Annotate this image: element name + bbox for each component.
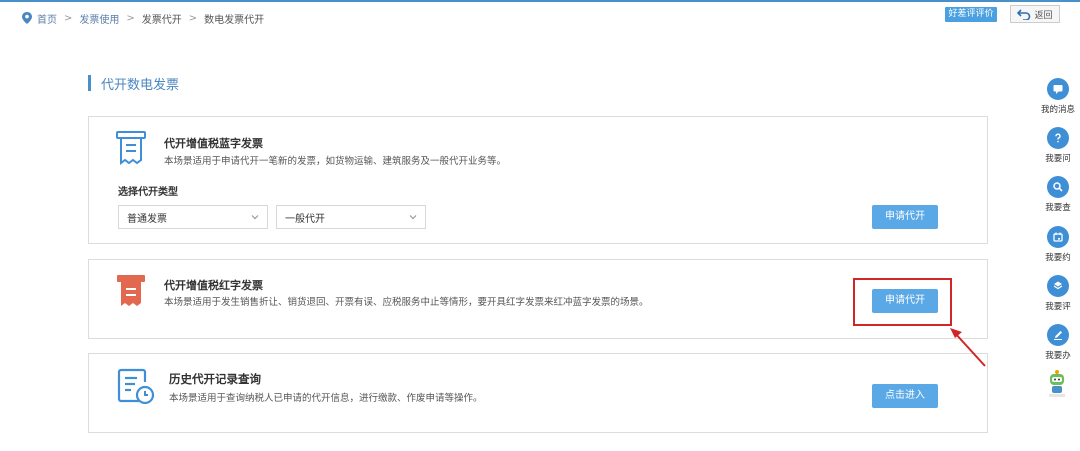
sidebar-item-handle[interactable]: 我要办: [1036, 324, 1080, 361]
card-title: 代开增值税蓝字发票: [164, 137, 263, 150]
sidebar-item-label: 我的消息: [1040, 105, 1075, 115]
search-icon: [1047, 176, 1069, 198]
section-title-text: 代开数电发票: [101, 77, 180, 93]
sidebar-item-label: 我要查: [1045, 203, 1071, 213]
robot-assistant-icon[interactable]: [1046, 368, 1068, 398]
proxy-type-select[interactable]: 一般代开: [276, 205, 426, 229]
sidebar-item-label: 我要约: [1045, 253, 1071, 263]
apply-blue-invoice-button[interactable]: 申请代开: [872, 205, 938, 229]
enter-history-button[interactable]: 点击进入: [872, 384, 938, 408]
rate-icon: [1047, 275, 1069, 297]
history-record-card: 历史代开记录查询 本场景适用于查询纳税人已申请的代开信息，进行缴款、作废申请等操…: [88, 353, 988, 433]
card-description: 本场景适用于申请代开一笔新的发票，如货物运输、建筑服务及一般代开业务等。: [164, 156, 507, 167]
sidebar-item-query[interactable]: 我要查: [1036, 176, 1080, 213]
edit-icon: [1047, 324, 1069, 346]
history-record-icon: [117, 368, 155, 405]
pointer-arrow-icon: [950, 328, 986, 367]
sidebar-item-ask[interactable]: 我要问: [1036, 127, 1080, 164]
breadcrumb: 首页 > 发票使用 > 发票代开 > 数电发票代开: [22, 11, 265, 26]
card-title: 代开增值税红字发票: [164, 279, 263, 292]
invoice-type-select[interactable]: 普通发票: [118, 205, 268, 229]
rate-button[interactable]: 好差评评价: [945, 7, 997, 22]
blue-invoice-card: 代开增值税蓝字发票 本场景适用于申请代开一笔新的发票，如货物运输、建筑服务及一般…: [88, 116, 988, 244]
section-title-bar: [88, 75, 91, 91]
sidebar-item-messages[interactable]: 我的消息: [1036, 78, 1080, 115]
chevron-down-icon: [251, 215, 259, 220]
breadcrumb-separator: >: [126, 12, 135, 24]
location-pin-icon: [22, 12, 32, 24]
top-accent-line: [0, 0, 1080, 2]
invoice-type-value: 普通发票: [127, 213, 167, 225]
back-button-label: 返回: [1034, 10, 1053, 21]
calendar-icon: [1047, 226, 1069, 248]
breadcrumb-separator: >: [64, 12, 73, 24]
red-invoice-icon: [117, 275, 145, 306]
sidebar-item-label: 我要评: [1045, 302, 1071, 312]
chevron-down-icon: [409, 215, 417, 220]
breadcrumb-current: 数电发票代开: [204, 14, 265, 26]
card-description: 本场景适用于查询纳税人已申请的代开信息，进行缴款、作废申请等操作。: [169, 393, 483, 404]
sidebar-item-evaluate[interactable]: 我要评: [1036, 275, 1080, 312]
breadcrumb-invoice-use[interactable]: 发票使用: [79, 11, 119, 26]
breadcrumb-separator: >: [188, 12, 198, 24]
card-description: 本场景适用于发生销售折让、销货退回、开票有误、应税服务中止等情形，要开具红字发票…: [164, 297, 649, 308]
breadcrumb-home[interactable]: 首页: [37, 11, 57, 26]
invoice-type-label: 选择代开类型: [118, 187, 178, 198]
sidebar-item-label: 我要问: [1045, 154, 1071, 164]
breadcrumb-invoice-proxy[interactable]: 发票代开: [142, 11, 182, 26]
highlight-box: [853, 278, 952, 326]
sidebar-item-label: 我要办: [1045, 351, 1071, 361]
question-icon: [1047, 127, 1069, 149]
proxy-type-value: 一般代开: [285, 213, 325, 225]
back-button[interactable]: 返回: [1010, 5, 1060, 23]
back-arrow-icon: [1017, 9, 1031, 20]
section-title: 代开数电发票: [88, 74, 180, 93]
sidebar-item-appointment[interactable]: 我要约: [1036, 226, 1080, 263]
message-icon: [1047, 78, 1069, 100]
blue-invoice-icon: [116, 131, 146, 165]
card-title: 历史代开记录查询: [169, 372, 261, 386]
